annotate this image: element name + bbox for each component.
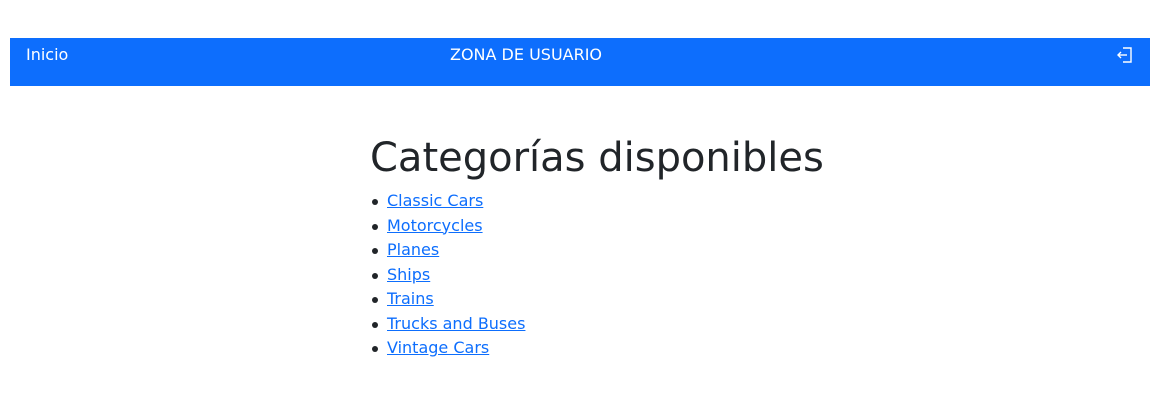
category-link-motorcycles[interactable]: Motorcycles [387,216,483,235]
bullet-icon [372,223,378,230]
list-item: Planes [370,240,970,265]
bullet-icon [372,346,378,352]
bullet-icon [372,248,378,254]
list-item: Motorcycles [370,216,970,241]
top-navbar: Inicio ZONA DE USUARIO [10,38,1150,86]
category-link-trucks-and-buses[interactable]: Trucks and Buses [387,314,525,333]
list-item: Classic Cars [370,191,970,216]
category-link-ships[interactable]: Ships [387,265,430,284]
category-link-vintage-cars[interactable]: Vintage Cars [387,338,489,357]
bullet-icon [372,199,378,205]
navbar-title: ZONA DE USUARIO [450,45,603,64]
category-link-classic-cars[interactable]: Classic Cars [387,191,483,210]
category-link-planes[interactable]: Planes [387,240,439,259]
category-link-trains[interactable]: Trains [387,289,434,308]
list-item: Trucks and Buses [370,314,970,339]
page-title: Categorías disponibles [370,135,824,181]
bullet-icon [372,297,378,303]
category-list: Classic Cars Motorcycles Planes Ships Tr… [370,191,970,363]
list-item: Trains [370,289,970,314]
list-item: Ships [370,265,970,290]
logout-icon[interactable] [1116,46,1134,64]
main-content: Categorías disponibles Classic Cars Moto… [370,134,970,363]
bullet-icon [372,321,378,328]
home-link[interactable]: Inicio [26,45,68,65]
bullet-icon [372,272,378,279]
list-item: Vintage Cars [370,338,970,363]
